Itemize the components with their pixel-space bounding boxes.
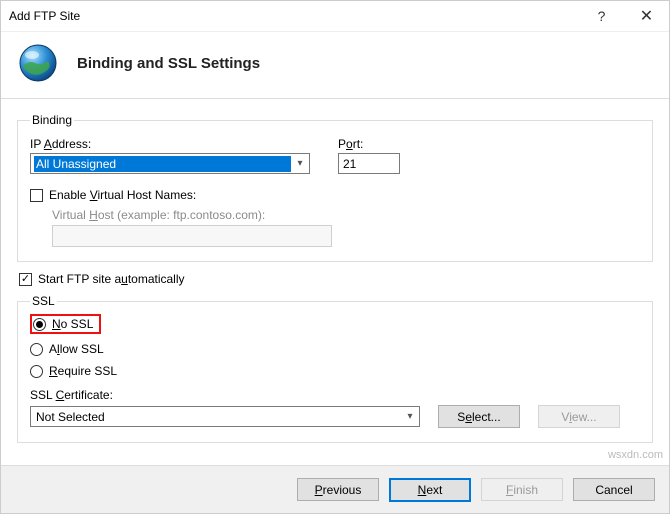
binding-group: Binding IP Address: All Unassigned ▾ Por…	[17, 113, 653, 262]
text: H	[89, 208, 98, 222]
port-input[interactable]: 21	[338, 153, 400, 174]
previous-button[interactable]: Previous	[297, 478, 379, 501]
text: ost (example: ftp.contoso.com):	[98, 208, 265, 222]
ip-address-combo[interactable]: All Unassigned ▾	[30, 153, 310, 174]
virtual-host-input	[52, 225, 332, 247]
ssl-group: SSL No SSL Allow SSL	[17, 294, 653, 443]
text: inish	[513, 483, 538, 497]
enable-virtual-host-checkbox[interactable]	[30, 189, 43, 202]
port-field: Port: 21	[338, 137, 400, 174]
chevron-down-icon: ▾	[291, 158, 309, 169]
footer: Previous Next Finish Cancel	[1, 465, 669, 513]
watermark: wsxdn.com	[608, 449, 663, 461]
require-ssl-radio[interactable]	[30, 365, 43, 378]
text: irtual Host Names:	[98, 188, 197, 202]
text: A	[44, 137, 52, 151]
text: tomatically	[128, 272, 185, 286]
next-button[interactable]: Next	[389, 478, 471, 502]
no-ssl-highlight: No SSL	[30, 314, 101, 334]
text: o SSL	[61, 317, 94, 331]
ip-address-field: IP Address: All Unassigned ▾	[30, 137, 310, 174]
text: V	[90, 188, 98, 202]
text: ew...	[572, 410, 597, 424]
virtual-host-block: Virtual Host (example: ftp.contoso.com):	[30, 208, 640, 247]
header: Binding and SSL Settings	[1, 32, 669, 99]
close-button[interactable]: ✕	[624, 1, 669, 31]
view-certificate-button: View...	[538, 405, 620, 428]
text: C	[56, 388, 65, 402]
virtual-host-label: Virtual Host (example: ftp.contoso.com):	[52, 208, 265, 222]
content-area: Binding IP Address: All Unassigned ▾ Por…	[1, 99, 669, 443]
cancel-button[interactable]: Cancel	[573, 478, 655, 501]
enable-virtual-host-label: Enable Virtual Host Names:	[49, 188, 196, 202]
ssl-certificate-label: SSL Certificate:	[30, 388, 640, 402]
binding-legend: Binding	[30, 113, 74, 127]
text: ext	[426, 483, 442, 497]
text: equire SSL	[58, 364, 117, 378]
ip-address-label: IP Address:	[30, 137, 310, 151]
port-value: 21	[343, 157, 356, 171]
ssl-certificate-value: Not Selected	[34, 410, 401, 424]
text: low SSL	[60, 342, 104, 356]
text: rt:	[353, 137, 364, 151]
page-heading: Binding and SSL Settings	[77, 55, 260, 72]
text: Start FTP site a	[38, 272, 121, 286]
titlebar: Add FTP Site ? ✕	[1, 1, 669, 32]
text: Enable	[49, 188, 90, 202]
text: SSL	[30, 388, 56, 402]
text: Virtual	[52, 208, 89, 222]
allow-ssl-label: Allow SSL	[49, 342, 104, 356]
window-title: Add FTP Site	[9, 9, 579, 23]
text: lect...	[472, 410, 501, 424]
text: ertificate:	[64, 388, 113, 402]
ip-address-value: All Unassigned	[34, 156, 291, 172]
text: A	[49, 342, 57, 356]
autostart-label: Start FTP site automatically	[38, 272, 185, 286]
ssl-legend: SSL	[30, 294, 57, 308]
dialog-window: Add FTP Site ? ✕ Binding and SSL Setting…	[0, 0, 670, 514]
text: o	[346, 137, 353, 151]
text: u	[121, 272, 128, 286]
require-ssl-label: Require SSL	[49, 364, 117, 378]
no-ssl-radio[interactable]	[33, 318, 46, 331]
text: N	[52, 317, 61, 331]
text: revious	[323, 483, 362, 497]
autostart-row: Start FTP site automatically	[19, 272, 653, 286]
port-label: Port:	[338, 137, 400, 151]
finish-button: Finish	[481, 478, 563, 501]
text: P	[315, 483, 323, 497]
text: P	[338, 137, 346, 151]
text: R	[49, 364, 58, 378]
text: ddress:	[52, 137, 91, 151]
globe-icon	[17, 42, 59, 84]
text: e	[465, 410, 472, 424]
text: IP	[30, 137, 44, 151]
autostart-checkbox[interactable]	[19, 273, 32, 286]
chevron-down-icon: ▾	[401, 411, 419, 422]
select-certificate-button[interactable]: Select...	[438, 405, 520, 428]
no-ssl-label: No SSL	[52, 317, 93, 331]
help-button[interactable]: ?	[579, 1, 624, 31]
text: Cancel	[595, 483, 632, 497]
allow-ssl-radio[interactable]	[30, 343, 43, 356]
ssl-certificate-combo[interactable]: Not Selected ▾	[30, 406, 420, 427]
